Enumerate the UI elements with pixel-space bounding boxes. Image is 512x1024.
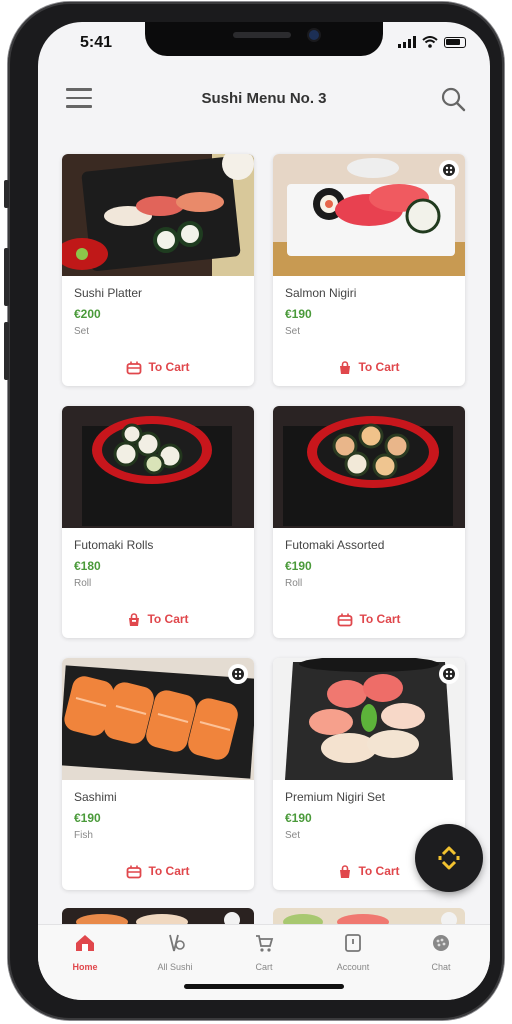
product-meta: Set xyxy=(285,326,301,337)
screen: 5:41 Sushi Menu No. 3 Sushi Platter €200… xyxy=(38,22,490,1000)
cart-label: To Cart xyxy=(147,612,189,626)
product-image xyxy=(273,406,465,528)
product-image xyxy=(273,154,465,276)
tab-label: Home xyxy=(72,962,98,972)
product-image xyxy=(273,658,465,780)
product-name: Sushi Platter xyxy=(74,286,143,300)
app-header: Sushi Menu No. 3 xyxy=(38,80,490,120)
add-to-cart-button[interactable]: To Cart xyxy=(62,612,254,627)
search-icon[interactable] xyxy=(440,86,466,112)
cart-icon xyxy=(129,613,140,626)
cart-label: To Cart xyxy=(358,864,400,878)
tab-home[interactable]: Home xyxy=(40,933,130,972)
cart-icon xyxy=(127,865,142,879)
floating-action-button[interactable] xyxy=(415,824,483,892)
product-image xyxy=(62,406,254,528)
battery-icon xyxy=(444,37,466,48)
volume-down-button xyxy=(4,322,9,380)
product-meta: Set xyxy=(74,326,90,337)
product-card[interactable]: Futomaki Rolls €180 Roll To Cart xyxy=(62,406,254,638)
front-camera xyxy=(309,30,319,40)
cart-icon xyxy=(127,361,142,375)
cart-icon xyxy=(340,361,351,374)
product-meta: Set xyxy=(285,830,301,841)
product-price: €190 xyxy=(285,559,312,573)
product-price: €200 xyxy=(74,307,101,321)
product-image xyxy=(62,154,254,276)
tab-label: Cart xyxy=(255,962,273,972)
status-time: 5:41 xyxy=(80,34,113,51)
product-name: Salmon Nigiri xyxy=(285,286,357,300)
diamond-icon xyxy=(438,846,460,870)
account-icon xyxy=(345,934,361,952)
cart-label: To Cart xyxy=(358,360,400,374)
signal-icon xyxy=(398,36,416,48)
product-meta: Roll xyxy=(74,578,92,589)
product-name: Futomaki Rolls xyxy=(74,538,154,552)
mute-switch xyxy=(4,180,9,208)
volume-up-button xyxy=(4,248,9,306)
cart-label: To Cart xyxy=(359,612,401,626)
favorite-icon[interactable] xyxy=(439,160,459,180)
chat-icon xyxy=(433,935,449,951)
product-meta: Fish xyxy=(74,830,93,841)
tab-label: Chat xyxy=(431,962,451,972)
product-card[interactable]: Salmon Nigiri €190 Set To Cart xyxy=(273,154,465,386)
speaker xyxy=(233,32,291,38)
product-card[interactable]: Futomaki Assorted €190 Roll To Cart xyxy=(273,406,465,638)
product-price: €190 xyxy=(74,811,101,825)
cart-label: To Cart xyxy=(148,360,190,374)
product-name: Futomaki Assorted xyxy=(285,538,385,552)
product-image xyxy=(62,658,254,780)
tab-label: Account xyxy=(336,962,370,972)
tab-label: All Sushi xyxy=(157,962,193,972)
add-to-cart-button[interactable]: To Cart xyxy=(62,360,254,375)
product-name: Sashimi xyxy=(74,790,117,804)
product-price: €190 xyxy=(285,811,312,825)
product-card[interactable]: Sushi Platter €200 Set To Cart xyxy=(62,154,254,386)
cart-label: To Cart xyxy=(148,864,190,878)
product-price: €180 xyxy=(74,559,101,573)
favorite-icon[interactable] xyxy=(439,664,459,684)
home-icon xyxy=(76,935,94,951)
cart-icon xyxy=(256,935,274,952)
favorite-icon[interactable] xyxy=(228,664,248,684)
product-meta: Roll xyxy=(285,578,303,589)
home-indicator xyxy=(184,984,344,989)
tab-account[interactable]: Account xyxy=(308,933,398,972)
notch xyxy=(145,22,383,56)
tab-cart[interactable]: Cart xyxy=(219,933,309,972)
add-to-cart-button[interactable]: To Cart xyxy=(273,612,465,627)
tab-all-sushi[interactable]: All Sushi xyxy=(130,933,220,972)
cart-icon xyxy=(338,613,353,627)
product-price: €190 xyxy=(285,307,312,321)
add-to-cart-button[interactable]: To Cart xyxy=(62,864,254,879)
wifi-icon xyxy=(422,36,438,48)
chopsticks-icon xyxy=(169,934,185,952)
cart-icon xyxy=(340,865,351,878)
add-to-cart-button[interactable]: To Cart xyxy=(273,360,465,375)
product-name: Premium Nigiri Set xyxy=(285,790,386,804)
phone-frame: 5:41 Sushi Menu No. 3 Sushi Platter €200… xyxy=(4,2,504,1020)
page-title: Sushi Menu No. 3 xyxy=(201,90,327,107)
tab-chat[interactable]: Chat xyxy=(396,933,486,972)
status-icons xyxy=(398,36,466,48)
product-card[interactable]: Sashimi €190 Fish To Cart xyxy=(62,658,254,890)
